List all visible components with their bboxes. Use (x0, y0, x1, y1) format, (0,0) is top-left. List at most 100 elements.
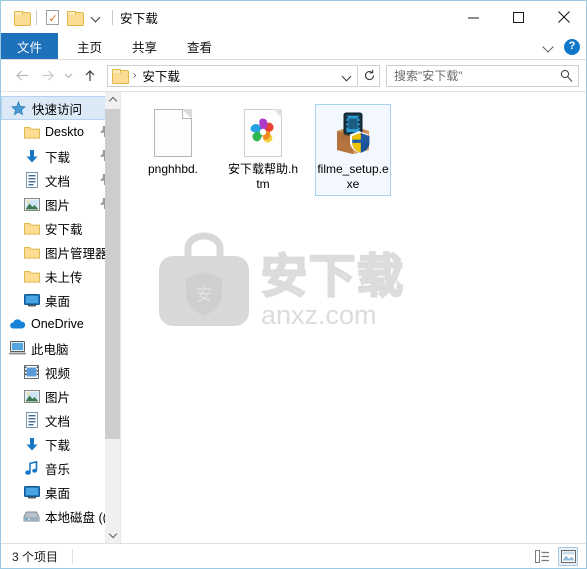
sidebar-item-label: 未上传 (45, 270, 83, 285)
sidebar-item-13[interactable]: 文档 (1, 408, 120, 432)
sidebar-item-label: 此电脑 (31, 342, 69, 357)
svg-text:安: 安 (196, 285, 212, 304)
minimize-button[interactable] (451, 1, 496, 33)
sidebar-item-17[interactable]: 本地磁盘 (( (1, 504, 120, 528)
sidebar-item-label: 音乐 (45, 462, 71, 477)
sidebar-item-label: 图片 (45, 198, 71, 213)
back-button[interactable] (10, 63, 35, 88)
file-name-label: filme_setup.exe (317, 162, 389, 191)
sidebar-item-label: 图片 (45, 390, 71, 405)
sidebar-item-7[interactable]: 未上传 (1, 264, 120, 288)
sidebar-item-16[interactable]: 桌面 (1, 480, 120, 504)
watermark-brand-cn-text: 安下载 (261, 249, 405, 303)
folder-icon (23, 268, 40, 284)
sidebar-item-label: 桌面 (45, 486, 71, 501)
tab-view[interactable]: 查看 (172, 33, 227, 59)
sidebar-item-3[interactable]: 文档 (1, 168, 120, 192)
explorer-body: 快速访问 Deskto 下载 文档 图片 安下载 图片管理器 未上传 桌面 OneDrive 此电脑… (1, 91, 586, 543)
sidebar-item-label: 安下载 (45, 222, 83, 237)
search-input[interactable]: 搜索"安下载" (394, 67, 560, 84)
file-explorer-window: ✓ 安下载 文件 主页 共享 查看 ? › 安下载 搜索"安下载" 快速访问 D… (0, 0, 587, 569)
search-box[interactable]: 搜索"安下载" (386, 64, 579, 87)
sidebar-item-1[interactable]: Deskto (1, 120, 120, 144)
breadcrumb-folder-icon (112, 69, 129, 84)
sidebar-item-14[interactable]: 下载 (1, 432, 120, 456)
scrollbar-thumb[interactable] (105, 109, 120, 439)
folder-icon (23, 124, 40, 140)
watermark-url-text: anxz.com (261, 300, 377, 330)
sidebar-item-8[interactable]: 桌面 (1, 288, 120, 312)
refresh-button[interactable] (359, 64, 380, 87)
sidebar-item-label: 文档 (45, 414, 71, 429)
installer-box-shield-icon (330, 110, 376, 156)
sidebar-item-label: Deskto (45, 125, 84, 139)
sidebar-item-label: 视频 (45, 366, 71, 381)
maximize-button[interactable] (496, 1, 541, 33)
view-toggle-group (532, 546, 578, 566)
close-button[interactable] (541, 1, 586, 33)
scroll-up-button[interactable] (105, 92, 120, 108)
file-item[interactable]: 安下载帮助.htm (225, 104, 301, 196)
large-icons-view-button[interactable] (558, 546, 578, 566)
breadcrumb-current[interactable]: 安下载 (142, 66, 180, 85)
chevron-down-icon (90, 11, 102, 23)
tab-share[interactable]: 共享 (117, 33, 172, 59)
folder-icon (13, 10, 31, 26)
file-list-pane[interactable]: 安 安下载 anxz.com pnghhbd. 安下载帮助.htm filme_se… (121, 92, 586, 543)
file-grid: pnghhbd. 安下载帮助.htm filme_setup.exe (121, 92, 586, 196)
sidebar-item-0[interactable]: 快速访问 (1, 96, 120, 120)
item-count-label: 3 个项目 (12, 549, 59, 564)
expand-ribbon-chevron-icon[interactable] (542, 40, 555, 53)
address-bar: › 安下载 搜索"安下载" (1, 60, 586, 91)
sidebar-item-label: 文档 (45, 174, 71, 189)
window-controls (451, 1, 586, 33)
file-item[interactable]: filme_setup.exe (315, 104, 391, 196)
sidebar-item-6[interactable]: 图片管理器 (1, 240, 120, 264)
sidebar-item-label: 下载 (45, 438, 71, 453)
breadcrumb-dropdown-icon[interactable] (339, 67, 355, 85)
desktop-icon (23, 292, 40, 308)
qat-divider (36, 9, 37, 25)
qat-properties-button[interactable]: ✓ (41, 6, 63, 28)
pin-star-icon (10, 100, 27, 116)
new-folder-icon (66, 10, 84, 26)
tab-file[interactable]: 文件 (1, 33, 59, 59)
quick-access-toolbar: ✓ (10, 6, 107, 28)
scroll-down-button[interactable] (105, 527, 120, 543)
details-view-button[interactable] (532, 547, 552, 566)
status-bar: 3 个项目 (1, 543, 586, 568)
recent-locations-button[interactable] (60, 63, 77, 88)
sidebar-item-9[interactable]: OneDrive (1, 312, 120, 336)
breadcrumb[interactable]: › 安下载 (107, 64, 358, 87)
sidebar-item-4[interactable]: 图片 (1, 192, 120, 216)
file-name-label: pnghhbd. (147, 162, 199, 176)
sidebar-item-label: 快速访问 (32, 102, 83, 117)
file-icon-wrapper (329, 108, 377, 158)
sidebar-item-10[interactable]: 此电脑 (1, 336, 120, 360)
qat-folder-button[interactable] (10, 6, 32, 28)
sidebar-item-2[interactable]: 下载 (1, 144, 120, 168)
sidebar-scrollbar[interactable] (105, 92, 120, 543)
documents-icon (23, 172, 40, 188)
tab-home[interactable]: 主页 (62, 33, 117, 59)
sidebar-item-12[interactable]: 图片 (1, 384, 120, 408)
status-divider (72, 548, 74, 564)
download-icon (23, 148, 40, 164)
file-icon-wrapper (239, 108, 287, 158)
help-icon[interactable]: ? (564, 38, 580, 55)
forward-button[interactable] (35, 63, 60, 88)
qat-new-folder-button[interactable] (63, 6, 85, 28)
sidebar-item-11[interactable]: 视频 (1, 360, 120, 384)
file-item[interactable]: pnghhbd. (135, 104, 211, 196)
music-icon (23, 460, 40, 476)
file-name-label: 安下载帮助.htm (227, 162, 298, 191)
blank-document-icon (154, 109, 192, 157)
sidebar-item-label: 图片管理器 (45, 246, 108, 261)
sidebar-item-label: 下载 (45, 150, 71, 165)
sidebar-item-5[interactable]: 安下载 (1, 216, 120, 240)
qat-customize-button[interactable] (85, 6, 107, 28)
sidebar-item-label: 桌面 (45, 294, 71, 309)
up-button[interactable] (77, 63, 102, 88)
sidebar-item-15[interactable]: 音乐 (1, 456, 120, 480)
search-icon (560, 69, 573, 82)
